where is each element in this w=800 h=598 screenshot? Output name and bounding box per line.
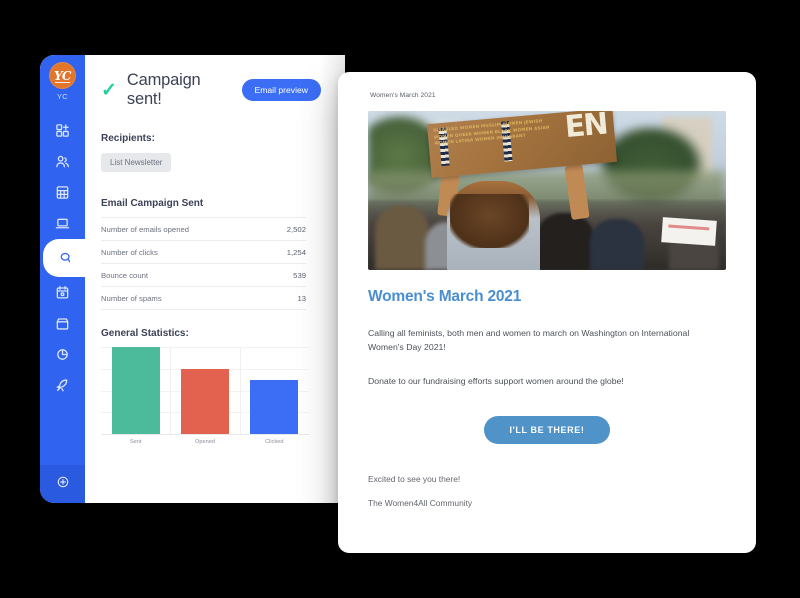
sidebar-item-automation[interactable]: Automation (40, 370, 85, 401)
stat-value: 1,254 (286, 248, 306, 257)
chart-title: General Statistics: (101, 328, 189, 339)
page-title: Campaign sent! (126, 71, 201, 108)
email-paragraph-2: Donate to our fundraising efforts suppor… (368, 376, 624, 387)
chat-bubble-icon (59, 251, 73, 265)
recipient-tag-list-newsletter[interactable]: List Newsletter (101, 153, 172, 172)
calendar-icon (55, 285, 70, 300)
sidebar-add-button[interactable] (40, 465, 85, 503)
calculator-icon (55, 185, 70, 200)
stat-value: 13 (297, 294, 306, 303)
email-footer-line-2: The Women4All Community (368, 498, 473, 509)
stats-list: Number of emails opened 2,502 Number of … (101, 217, 306, 310)
ill-be-there-button[interactable]: I'LL BE THERE! (483, 416, 611, 445)
sidebar-item-website[interactable]: Website (40, 208, 85, 239)
hero-image: DISABLED WOMEN MUSLIM WOMEN JEWISH WOMEN… (368, 111, 726, 270)
table-row: Number of emails opened 2,502 (101, 217, 306, 240)
table-row: Number of spams 13 (101, 286, 306, 310)
chart-bar (111, 347, 160, 434)
stat-label: Number of emails opened (101, 225, 190, 234)
chart-x-axis-labels: Sent Opened Clicked (101, 439, 309, 445)
app-sidebar: YC YC Dashboard (40, 55, 88, 503)
sidebar-item-communication[interactable]: Communication (43, 239, 88, 277)
email-preheader: Women's March 2021 (370, 92, 436, 99)
email-preview-card: Women's March 2021 DISABLED WOMEN MUSLIM… (338, 72, 756, 553)
sidebar-item-dashboard[interactable]: Dashboard (40, 115, 85, 146)
logo-mark: YC (49, 62, 76, 89)
cta-container: I'LL BE THERE! (338, 416, 756, 445)
email-heading: Women's March 2021 (368, 288, 522, 305)
dashboard-main: ✓ Campaign sent! Email preview Recipient… (85, 55, 345, 503)
store-icon (55, 316, 70, 331)
people-icon (55, 154, 70, 169)
stat-label: Bounce count (101, 271, 149, 280)
chart-x-label: Clicked (265, 439, 284, 445)
chart-bar-slot (240, 347, 309, 434)
sidebar-item-calendar[interactable]: Calendar (40, 277, 85, 308)
stat-value: 539 (293, 271, 306, 280)
check-icon: ✓ (101, 79, 117, 101)
table-row: Number of clicks 1,254 (101, 240, 306, 263)
email-preview-button[interactable]: Email preview (241, 79, 321, 101)
sidebar-item-shop[interactable]: Shop (40, 308, 85, 339)
chart-bar-slot (101, 347, 170, 434)
email-paragraph-1: Calling all feminists, both men and wome… (368, 328, 690, 353)
logo-label: YC (56, 92, 69, 101)
protest-sign-big-text: EN (563, 111, 608, 145)
plus-circle-icon (56, 475, 70, 494)
screenshot-stage: YC YC Dashboard (0, 0, 800, 598)
dashboard-card: YC YC Dashboard (40, 55, 345, 503)
stat-label: Number of spams (101, 294, 162, 303)
chart-bar-slot (170, 347, 239, 434)
protest-sign-text: DISABLED WOMEN MUSLIM WOMEN JEWISH WOMEN… (432, 118, 550, 146)
sidebar-item-contacts[interactable]: Contacts (40, 146, 85, 177)
grid-plus-icon (55, 123, 70, 138)
sidebar-item-reports[interactable]: Reports (40, 339, 85, 370)
stat-value: 2,502 (286, 225, 306, 234)
sidebar-item-accounting[interactable]: Accounting (40, 177, 85, 208)
email-footer-line-1: Excited to see you there! (368, 474, 461, 485)
rocket-icon (55, 378, 70, 393)
pie-chart-icon (55, 347, 70, 362)
chart-x-label: Sent (129, 439, 142, 445)
stat-label: Number of clicks (101, 248, 158, 257)
chart-bar (250, 380, 299, 434)
stats-panel-title: Email Campaign Sent (101, 198, 204, 209)
recipients-label: Recipients: (101, 133, 155, 144)
chart-x-label: Opened (195, 439, 215, 445)
sidebar-nav: Dashboard Contacts (40, 115, 88, 401)
workspace-logo[interactable]: YC YC (49, 62, 76, 101)
general-statistics-chart (101, 347, 309, 435)
laptop-icon (55, 216, 70, 231)
chart-bar (180, 368, 229, 434)
status-header: ✓ Campaign sent! Email preview (101, 71, 345, 109)
table-row: Bounce count 539 (101, 263, 306, 286)
